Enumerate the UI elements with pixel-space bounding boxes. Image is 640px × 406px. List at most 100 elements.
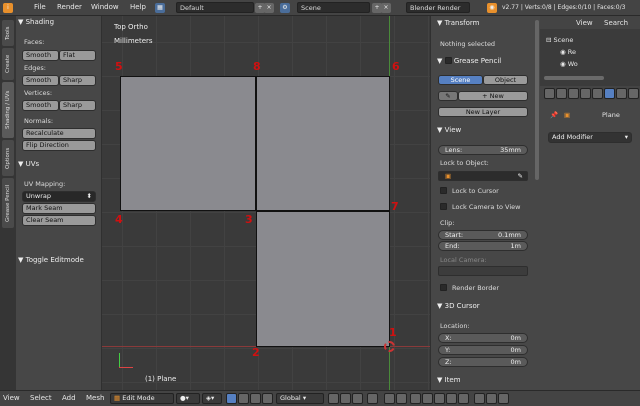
manipulator-toggle-icon[interactable] bbox=[226, 393, 237, 404]
proportional-edit-icon[interactable] bbox=[384, 393, 395, 404]
menu-add[interactable]: Add bbox=[62, 394, 76, 402]
menu-window[interactable]: Window bbox=[91, 3, 119, 11]
grease-pencil-panel-header[interactable]: ▼ Grease Pencil bbox=[437, 56, 501, 65]
item-panel-header[interactable]: ▼ Item bbox=[437, 376, 461, 384]
material-tab-icon[interactable] bbox=[628, 88, 639, 99]
scale-icon[interactable] bbox=[262, 393, 273, 404]
unwrap-menu[interactable]: Unwrap ⬍ bbox=[22, 191, 96, 202]
cursor-x-field[interactable]: X: 0m bbox=[438, 333, 528, 343]
tab-create[interactable]: Create bbox=[2, 48, 14, 80]
scene-field[interactable]: Scene bbox=[297, 2, 370, 13]
vertices-smooth-button[interactable]: Smooth bbox=[22, 100, 59, 111]
menu-help[interactable]: Help bbox=[130, 3, 146, 11]
tab-shading-uvs[interactable]: Shading / UVs bbox=[2, 82, 14, 138]
grease-new-button[interactable]: + New bbox=[458, 91, 528, 101]
orientation-select[interactable]: Global ▾ bbox=[276, 393, 324, 404]
occlude-geometry-icon[interactable] bbox=[367, 393, 378, 404]
cursor-z-field[interactable]: Z: 0m bbox=[438, 357, 528, 367]
grease-scene-button[interactable]: Scene bbox=[438, 75, 483, 85]
mesh-face-bottom-right[interactable] bbox=[256, 211, 390, 347]
outliner-scene-row[interactable]: ⊟ Scene bbox=[546, 36, 573, 44]
mark-seam-button[interactable]: Mark Seam bbox=[22, 203, 96, 214]
screen-layout-icon[interactable]: ▦ bbox=[155, 3, 165, 13]
remove-layout-icon[interactable]: × bbox=[264, 3, 274, 13]
menu-render[interactable]: Render bbox=[57, 3, 82, 11]
clip-end-field[interactable]: End: 1m bbox=[438, 241, 528, 251]
cursor-y-field[interactable]: Y: 0m bbox=[438, 345, 528, 355]
vertices-sharp-button[interactable]: Sharp bbox=[59, 100, 96, 111]
outliner-world-row[interactable]: ◉ Wo bbox=[560, 60, 578, 68]
data-tab-icon[interactable] bbox=[616, 88, 627, 99]
pencil-icon[interactable]: ✎ bbox=[438, 91, 458, 101]
world-tab-icon[interactable] bbox=[568, 88, 579, 99]
face-select-icon[interactable] bbox=[352, 393, 363, 404]
pin-icon[interactable]: 📌 bbox=[550, 111, 558, 119]
lock-camera-checkbox[interactable] bbox=[440, 203, 447, 210]
view-panel-header[interactable]: ▼ View bbox=[437, 126, 461, 134]
mesh-face-top-left[interactable] bbox=[120, 76, 256, 211]
render-animation-icon[interactable] bbox=[486, 393, 497, 404]
faces-flat-button[interactable]: Flat bbox=[59, 50, 96, 61]
render-engine-select[interactable]: Blender Render bbox=[406, 2, 470, 13]
outliner-scrollbar[interactable] bbox=[544, 76, 604, 80]
3d-viewport[interactable]: 5 8 6 4 3 7 1 2 Top Ortho Millimeters (1… bbox=[102, 16, 430, 390]
rotate-icon[interactable] bbox=[250, 393, 261, 404]
toggle-editmode-header[interactable]: ▼ Toggle Editmode bbox=[18, 256, 84, 264]
recalculate-button[interactable]: Recalculate bbox=[22, 128, 96, 139]
snap-target-icon[interactable] bbox=[434, 393, 445, 404]
translate-icon[interactable] bbox=[238, 393, 249, 404]
constraints-tab-icon[interactable] bbox=[592, 88, 603, 99]
snap-align-icon[interactable] bbox=[446, 393, 457, 404]
lock-cursor-checkbox[interactable] bbox=[440, 187, 447, 194]
outliner-search-menu[interactable]: Search bbox=[604, 19, 628, 27]
viewport-shading-select[interactable]: ●▾ bbox=[176, 393, 200, 404]
scene-tab-icon[interactable] bbox=[556, 88, 567, 99]
outliner-render-row[interactable]: ◉ Re bbox=[560, 48, 576, 56]
edges-smooth-button[interactable]: Smooth bbox=[22, 75, 59, 86]
clip-start-field[interactable]: Start: 0.1mm bbox=[438, 230, 528, 240]
game-icon[interactable] bbox=[498, 393, 509, 404]
transform-panel-header[interactable]: ▼ Transform bbox=[437, 19, 479, 27]
flip-direction-button[interactable]: Flip Direction bbox=[22, 140, 96, 151]
render-opengl-icon[interactable] bbox=[474, 393, 485, 404]
uvs-panel-header[interactable]: ▼ UVs bbox=[18, 160, 39, 168]
menu-file[interactable]: File bbox=[34, 3, 46, 11]
menu-view[interactable]: View bbox=[3, 394, 20, 402]
grease-object-button[interactable]: Object bbox=[483, 75, 528, 85]
shading-panel-header[interactable]: ▼ Shading bbox=[18, 18, 54, 26]
render-tab-icon[interactable] bbox=[544, 88, 555, 99]
lens-field[interactable]: Lens: 35mm bbox=[438, 145, 528, 155]
pivot-point-select[interactable]: ◈▾ bbox=[202, 393, 222, 404]
proportional-falloff-icon[interactable] bbox=[396, 393, 407, 404]
lock-object-field[interactable]: ▣ ✎ bbox=[438, 171, 528, 181]
new-layer-button[interactable]: New Layer bbox=[438, 107, 528, 117]
add-modifier-menu[interactable]: Add Modifier ▾ bbox=[548, 132, 632, 143]
outliner-view-menu[interactable]: View bbox=[576, 19, 593, 27]
menu-mesh[interactable]: Mesh bbox=[86, 394, 104, 402]
modifiers-tab-icon[interactable] bbox=[604, 88, 615, 99]
grease-pencil-checkbox[interactable] bbox=[444, 57, 452, 64]
editor-type-icon[interactable]: i bbox=[3, 3, 13, 13]
menu-select[interactable]: Select bbox=[30, 394, 52, 402]
render-border-checkbox[interactable] bbox=[440, 284, 447, 291]
tab-tools[interactable]: Tools bbox=[2, 20, 14, 46]
faces-smooth-button[interactable]: Smooth bbox=[22, 50, 59, 61]
tab-options[interactable]: Options bbox=[2, 140, 14, 176]
clear-seam-button[interactable]: Clear Seam bbox=[22, 215, 96, 226]
snap-project-icon[interactable] bbox=[458, 393, 469, 404]
snap-element-icon[interactable] bbox=[422, 393, 433, 404]
edges-sharp-button[interactable]: Sharp bbox=[59, 75, 96, 86]
screen-layout-field[interactable]: Default bbox=[176, 2, 254, 13]
3d-cursor-icon[interactable] bbox=[384, 341, 395, 352]
object-tab-icon[interactable] bbox=[580, 88, 591, 99]
vertex-select-icon[interactable] bbox=[328, 393, 339, 404]
mode-select[interactable]: ▦ Edit Mode bbox=[110, 393, 174, 404]
eyedropper-icon[interactable]: ✎ bbox=[518, 172, 523, 180]
scene-icon[interactable]: ⚙ bbox=[280, 3, 290, 13]
edge-select-icon[interactable] bbox=[340, 393, 351, 404]
snap-toggle-icon[interactable] bbox=[410, 393, 421, 404]
mesh-face-top-right[interactable] bbox=[256, 76, 390, 211]
tab-grease-pencil[interactable]: Grease Pencil bbox=[2, 178, 14, 228]
remove-scene-icon[interactable]: × bbox=[381, 3, 391, 13]
3d-cursor-panel-header[interactable]: ▼ 3D Cursor bbox=[437, 302, 480, 310]
